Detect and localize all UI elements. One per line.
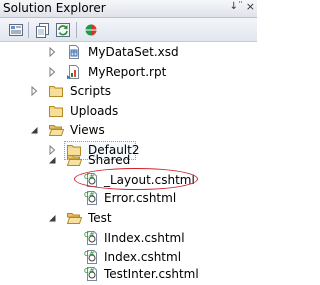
pin-icon[interactable]: ↓¨ [230, 1, 243, 12]
folder-icon [48, 83, 64, 99]
collapse-arrow-icon[interactable] [48, 154, 57, 166]
svg-text:C#: C# [84, 231, 95, 239]
cshtml-file-icon: C# [84, 249, 100, 265]
collapse-arrow-icon[interactable] [30, 124, 39, 136]
tree-item-label: Error.cshtml [104, 191, 177, 205]
properties-icon[interactable] [8, 22, 24, 38]
svg-text:C#: C# [84, 267, 95, 275]
highlight-annotation [74, 168, 198, 190]
toolbar-separator [28, 22, 29, 38]
tree-item-scripts[interactable]: Scripts [0, 81, 257, 102]
tree-item-label: Uploads [70, 104, 119, 118]
toolbar [0, 18, 257, 42]
tree-item-label: Shared [88, 153, 131, 167]
solution-tree: MyDataSet.xsd MyReport.rpt Scripts Uploa… [0, 42, 257, 281]
folder-open-icon [48, 122, 65, 138]
cshtml-file-icon: C# [84, 190, 100, 206]
tree-item-uploads[interactable]: Uploads [0, 101, 257, 122]
tree-item-label: MyReport.rpt [88, 65, 167, 79]
expand-arrow-icon[interactable] [48, 46, 57, 58]
folder-open-icon [66, 152, 83, 168]
report-file-icon [66, 64, 82, 80]
tree-item-label: Test [88, 211, 112, 225]
tree-item-label: Views [70, 123, 105, 137]
toolbar-separator [76, 22, 77, 38]
folder-open-icon [66, 210, 83, 226]
panel-title: Solution Explorer [3, 1, 106, 15]
expand-arrow-icon[interactable] [30, 85, 39, 97]
svg-text:C#: C# [84, 191, 95, 199]
tree-item-myreport[interactable]: MyReport.rpt [0, 62, 257, 83]
cshtml-file-icon: C# [84, 230, 100, 246]
panel-titlebar: Solution Explorer ↓¨ × [0, 0, 257, 18]
tree-item-test[interactable]: Test [0, 208, 257, 229]
dataset-file-icon [66, 44, 82, 60]
svg-text:C#: C# [84, 250, 95, 258]
tree-item-label: MyDataSet.xsd [88, 45, 179, 59]
show-all-files-icon[interactable] [35, 22, 51, 38]
tree-item-label: Index.cshtml [104, 250, 182, 264]
tree-item-views[interactable]: Views [0, 120, 257, 141]
close-icon[interactable]: × [246, 0, 255, 13]
cshtml-file-icon: C# [84, 266, 100, 282]
tree-item-mydataset[interactable]: MyDataSet.xsd [0, 42, 257, 63]
refresh-icon[interactable] [55, 22, 71, 38]
folder-icon [48, 103, 64, 119]
collapse-arrow-icon[interactable] [48, 212, 57, 224]
tree-item-testinter-cshtml[interactable]: C# TestInter.cshtml [0, 264, 257, 285]
tree-item-iindex-cshtml[interactable]: C# IIndex.cshtml [0, 228, 257, 249]
tree-item-error-cshtml[interactable]: C# Error.cshtml [0, 188, 257, 209]
tree-item-label: TestInter.cshtml [104, 267, 199, 281]
class-diagram-icon[interactable] [83, 22, 99, 38]
tree-item-label: Scripts [70, 84, 112, 98]
expand-arrow-icon[interactable] [48, 66, 57, 78]
tree-item-label: IIndex.cshtml [104, 231, 185, 245]
